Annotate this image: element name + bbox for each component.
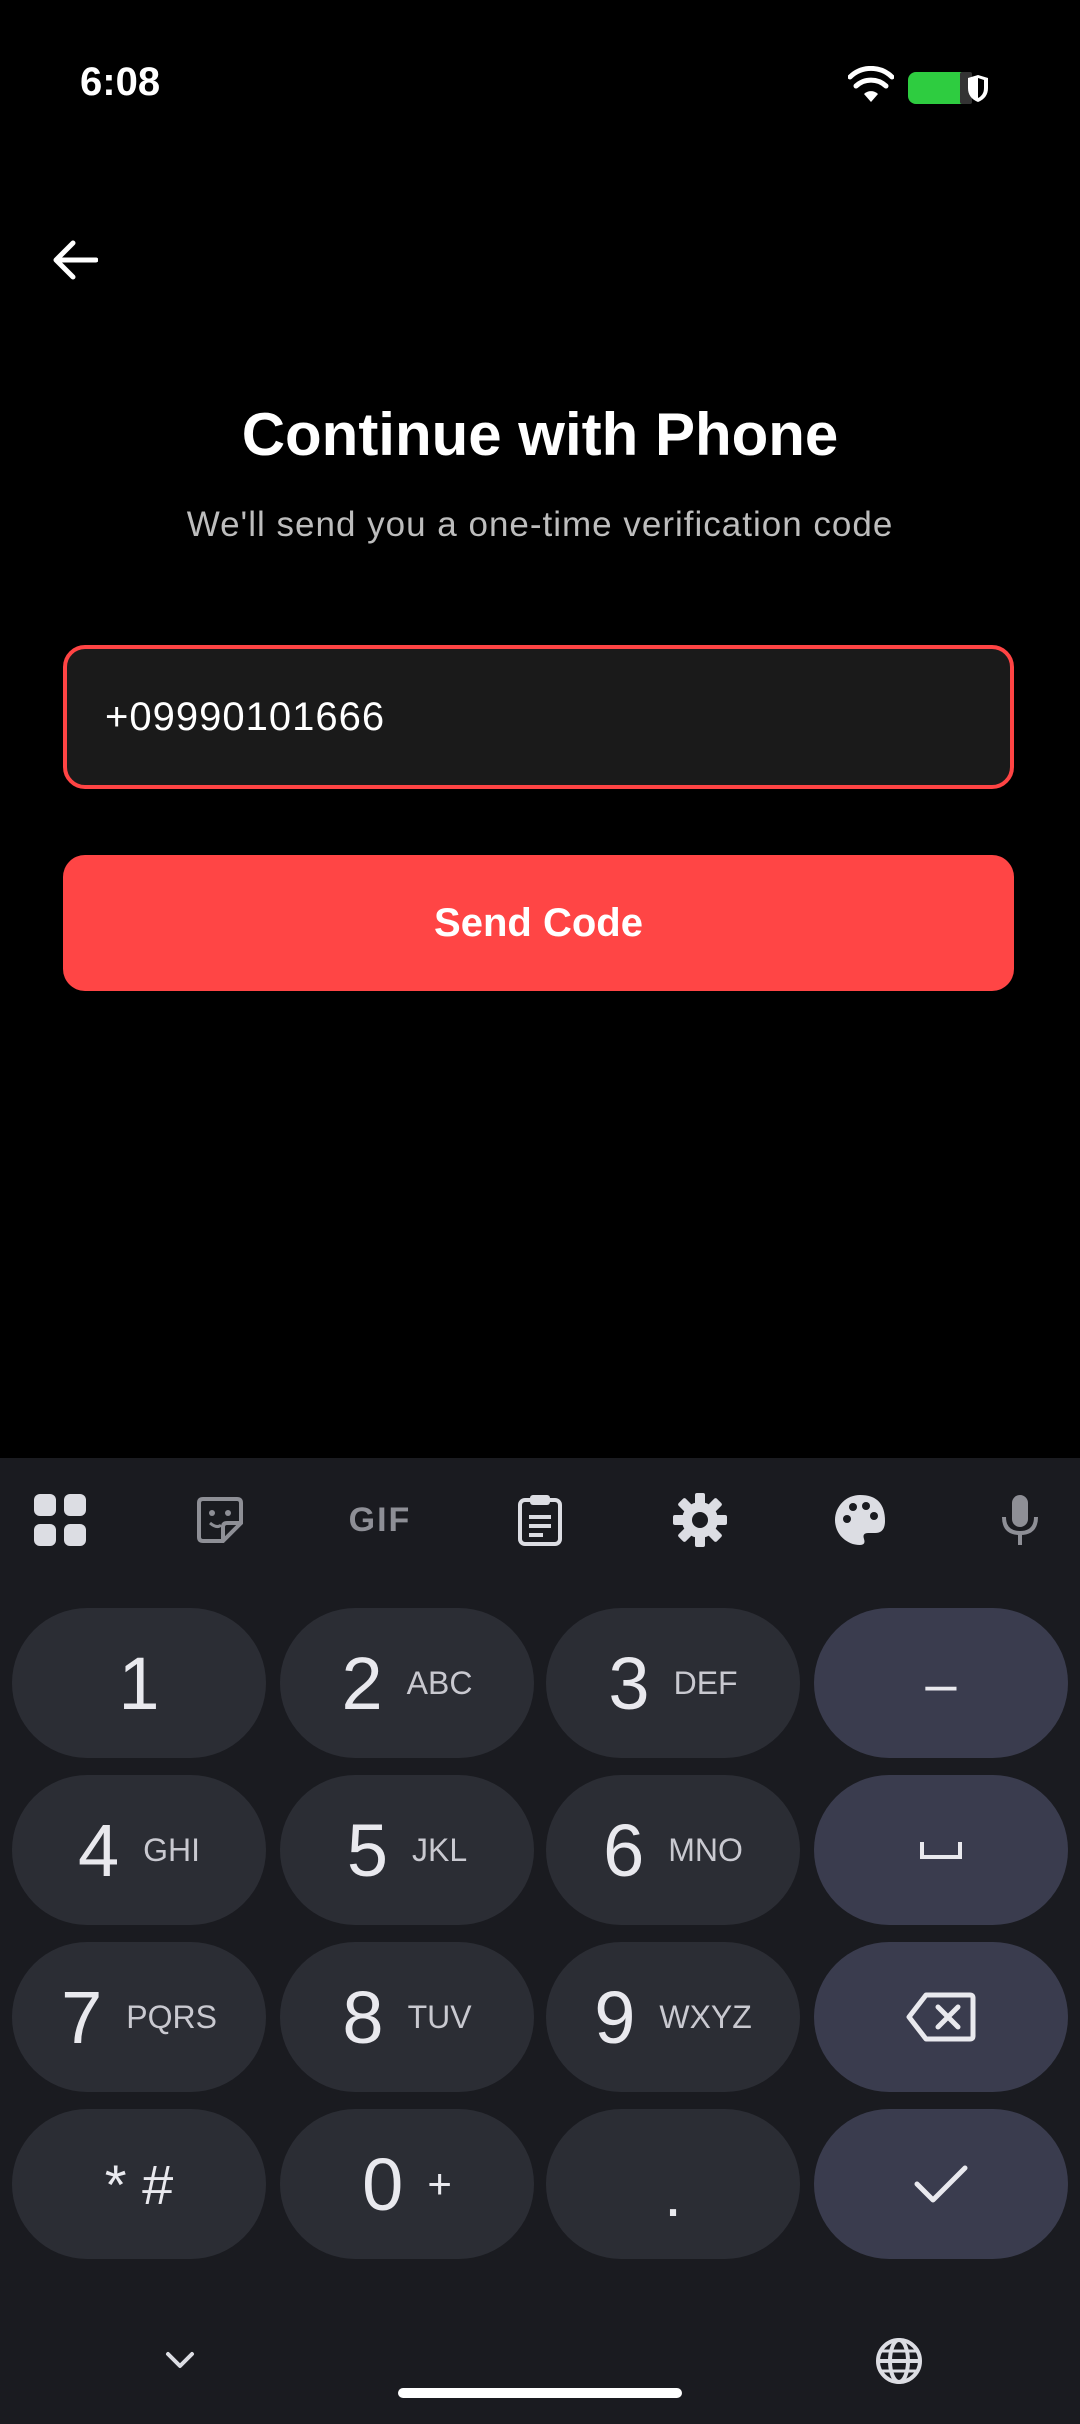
sticker-icon[interactable] <box>188 1488 252 1552</box>
key-6[interactable]: 6 MNO <box>546 1775 800 1925</box>
key-letters: ABC <box>406 1664 473 1701</box>
key-backspace[interactable] <box>814 1942 1068 2092</box>
wifi-icon <box>848 66 894 102</box>
home-indicator[interactable] <box>398 2388 682 2398</box>
key-digit: 6 <box>603 1808 645 1892</box>
key-digit: 7 <box>61 1975 103 2059</box>
space-icon <box>920 1842 962 1859</box>
microphone-icon[interactable] <box>988 1488 1052 1552</box>
arrow-left-icon <box>53 240 98 280</box>
key-digit: 3 <box>608 1641 650 1725</box>
key-letters: + <box>427 2160 452 2207</box>
key-letters: GHI <box>143 1831 201 1868</box>
back-button[interactable] <box>40 225 110 295</box>
palette-icon[interactable] <box>828 1488 892 1552</box>
key-digit: 0 <box>362 2142 404 2226</box>
gif-icon[interactable]: GIF <box>340 1488 420 1552</box>
key-space[interactable] <box>814 1775 1068 1925</box>
key-letters: DEF <box>673 1664 738 1701</box>
key-digit: 2 <box>341 1641 383 1725</box>
key-3[interactable]: 3 DEF <box>546 1608 800 1758</box>
numeric-keyboard: GIF <box>0 1458 1080 2424</box>
key-dash[interactable]: – <box>814 1608 1068 1758</box>
phone-number-value: +09990101666 <box>105 694 386 739</box>
key-done[interactable] <box>814 2109 1068 2259</box>
status-bar: 6:08 <box>0 0 1080 170</box>
key-letters: TUV <box>407 1998 472 2035</box>
clipboard-icon[interactable] <box>508 1488 572 1552</box>
globe-icon[interactable] <box>874 2336 924 2386</box>
phone-number-input[interactable]: +09990101666 <box>63 645 1014 789</box>
keyboard-toolbar: GIF <box>0 1458 1080 1582</box>
key-2[interactable]: 2 ABC <box>280 1608 534 1758</box>
key-digit: 4 <box>77 1808 120 1892</box>
key-9[interactable]: 9 WXYZ <box>546 1942 800 2092</box>
key-7[interactable]: 7 PQRS <box>12 1942 266 2092</box>
key-4[interactable]: 4 GHI <box>12 1775 266 1925</box>
status-time: 6:08 <box>80 60 161 104</box>
key-star-hash[interactable]: * # <box>12 2109 266 2259</box>
page-subtitle: We'll send you a one-time verification c… <box>186 505 894 544</box>
key-letters: MNO <box>668 1831 743 1868</box>
key-0[interactable]: 0 + <box>280 2109 534 2259</box>
apps-grid-icon[interactable] <box>28 1488 92 1552</box>
page-title: Continue with Phone <box>241 401 839 468</box>
key-digit: 5 <box>346 1808 388 1892</box>
key-period[interactable]: . <box>546 2109 800 2259</box>
key-8[interactable]: 8 TUV <box>280 1942 534 2092</box>
key-5[interactable]: 5 JKL <box>280 1775 534 1925</box>
key-digit: 1 <box>118 1641 160 1725</box>
checkmark-icon <box>914 2165 968 2203</box>
backspace-icon <box>906 1992 976 2042</box>
key-1[interactable]: 1 <box>12 1608 266 1758</box>
gif-label: GIF <box>348 1500 412 1539</box>
dash-symbol: – <box>925 1651 957 1715</box>
key-digit: * # <box>104 2152 174 2216</box>
battery-icon <box>908 72 988 104</box>
key-letters: WXYZ <box>659 1998 752 2035</box>
key-digit: 9 <box>594 1975 636 2059</box>
key-letters: PQRS <box>126 1998 217 2035</box>
key-letters: JKL <box>412 1831 468 1868</box>
key-digit: . <box>664 2158 682 2230</box>
send-code-button[interactable]: Send Code <box>63 855 1014 991</box>
key-digit: 8 <box>342 1975 384 2059</box>
hide-keyboard-chevron-icon[interactable] <box>160 2340 200 2380</box>
settings-gear-icon[interactable] <box>668 1488 732 1552</box>
